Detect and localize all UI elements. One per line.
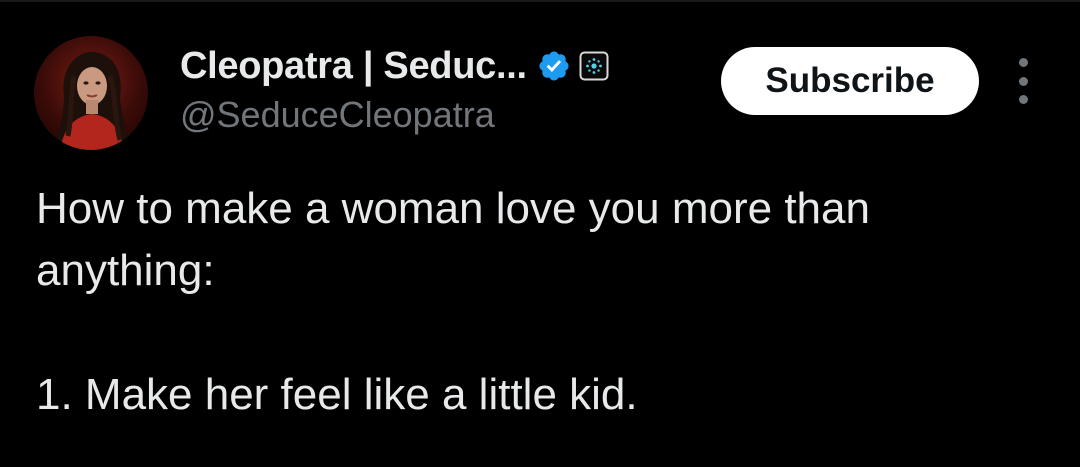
user-handle[interactable]: @SeduceCleopatra — [180, 94, 700, 136]
verified-badge-icon[interactable] — [537, 49, 571, 83]
tweet-header: Cleopatra | Seduc... @SeduceCleopatra — [180, 40, 700, 136]
avatar-portrait-icon — [54, 51, 130, 150]
tweet-line: How to make a woman love you more than — [36, 184, 870, 233]
more-vertical-icon[interactable] — [1008, 58, 1038, 104]
more-dot — [1018, 76, 1028, 86]
more-dot — [1018, 58, 1028, 67]
name-row: Cleopatra | Seduc... — [180, 40, 700, 92]
tweet-text: How to make a woman love you more than a… — [36, 178, 1056, 426]
display-name[interactable]: Cleopatra | Seduc... — [180, 45, 527, 88]
more-dot — [1018, 95, 1028, 104]
affiliate-badge-icon[interactable] — [579, 51, 609, 81]
tweet-line: anything: — [36, 246, 215, 295]
avatar[interactable] — [34, 36, 148, 150]
tweet-line — [36, 302, 1056, 364]
top-divider — [0, 0, 1080, 2]
subscribe-button[interactable]: Subscribe — [721, 47, 979, 115]
tweet-line: 1. Make her feel like a little kid. — [36, 370, 638, 419]
